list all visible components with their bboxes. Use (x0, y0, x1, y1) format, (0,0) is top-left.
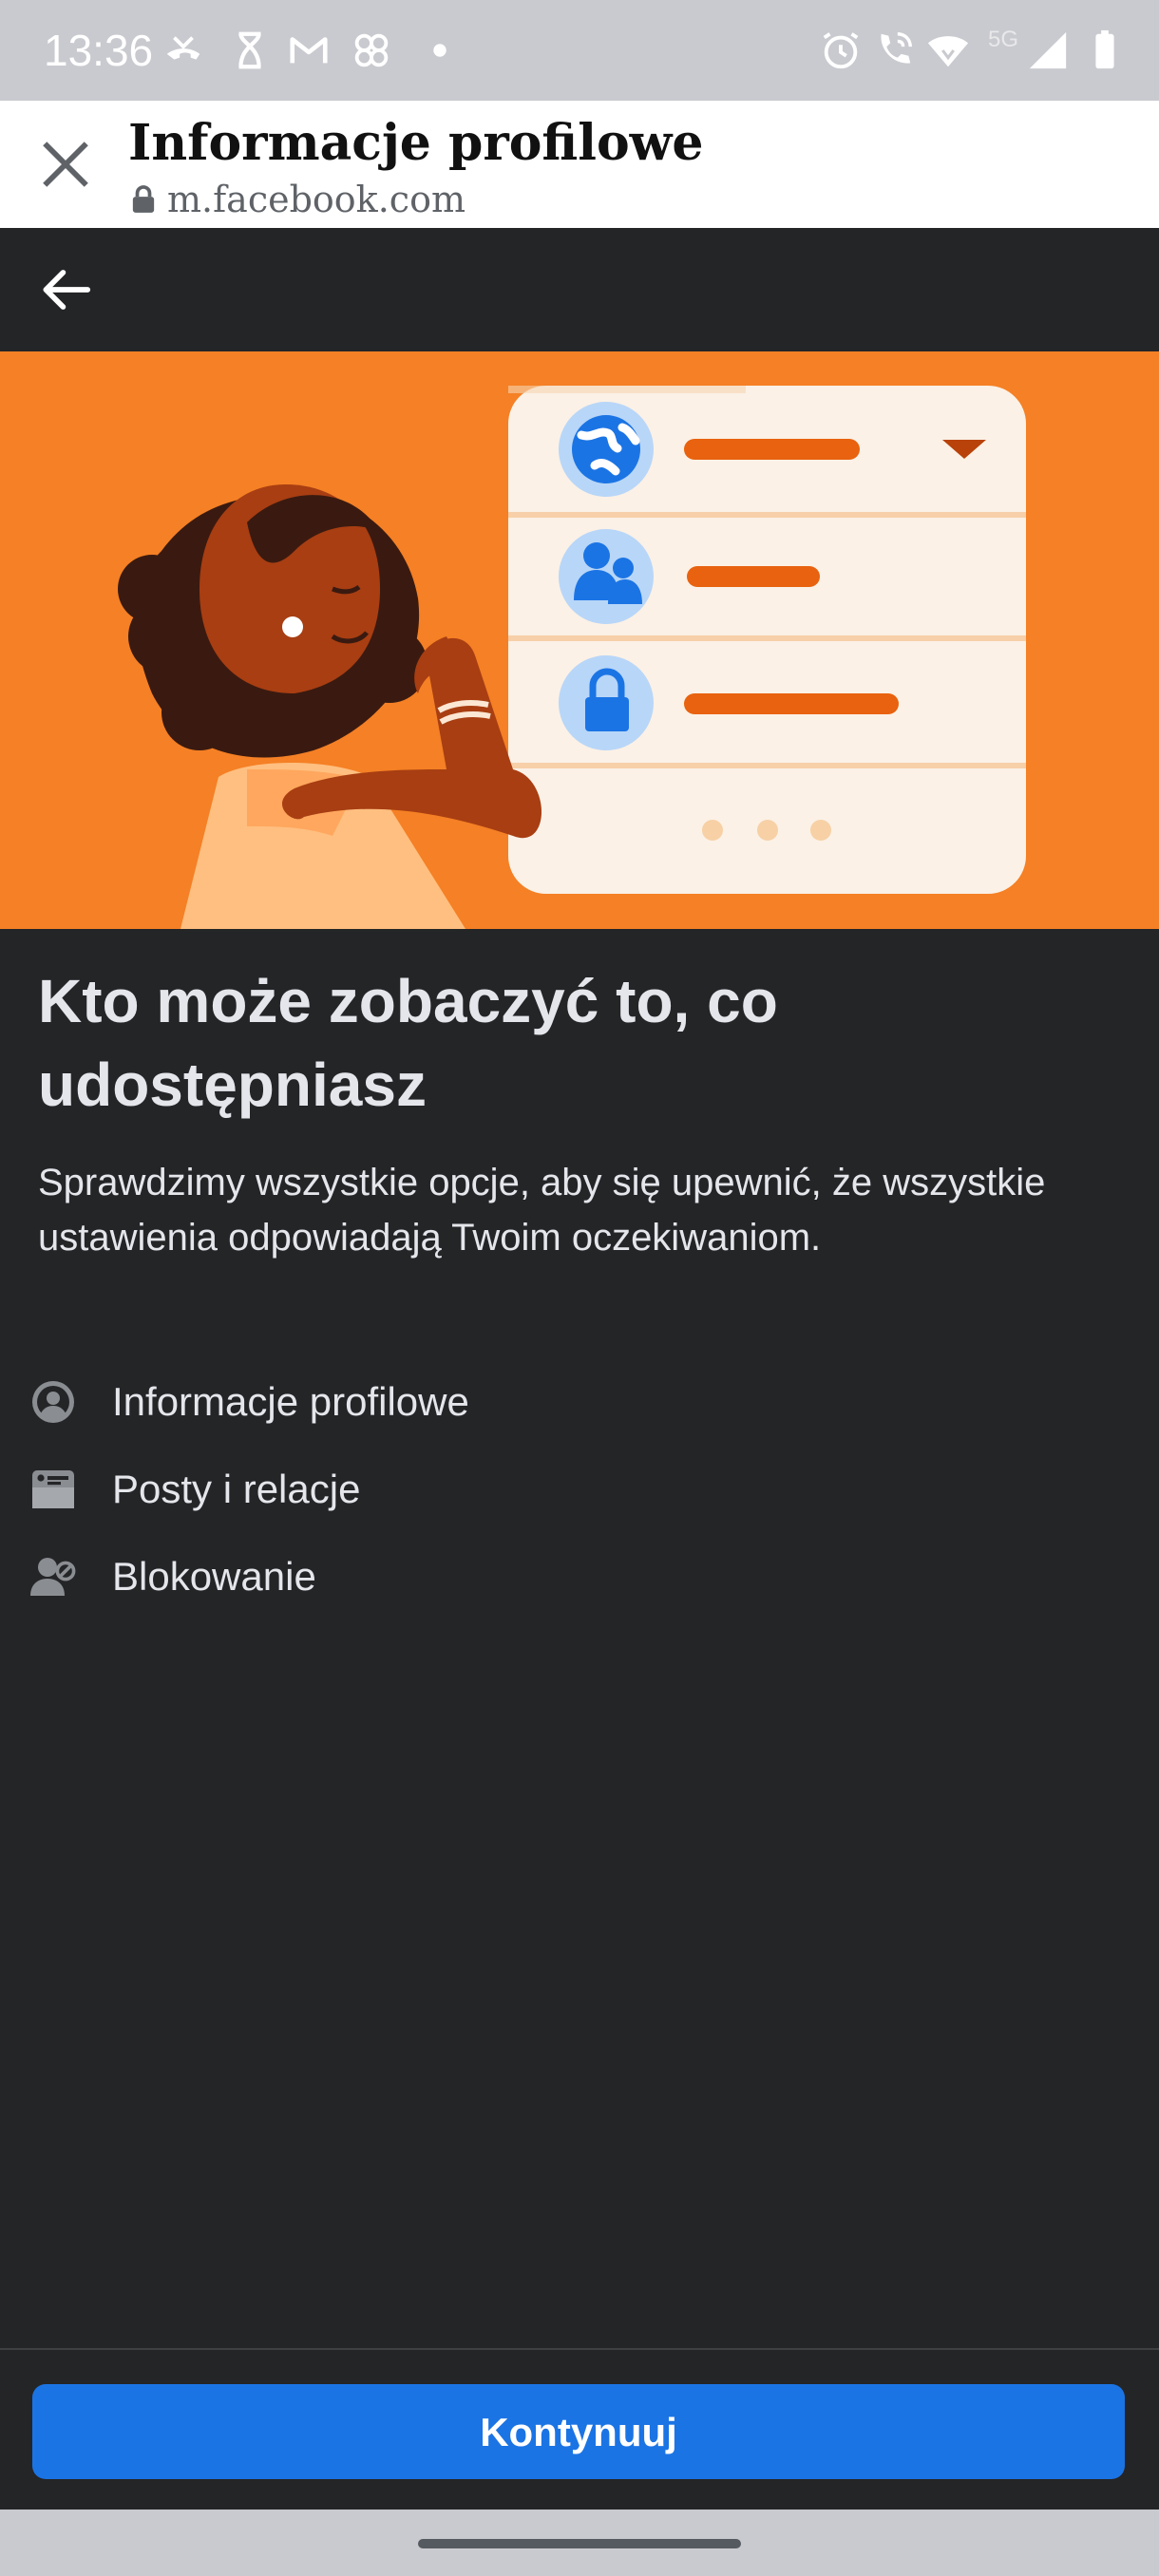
signal-icon (1029, 31, 1067, 69)
list-item-label: Informacje profilowe (112, 1379, 469, 1424)
list-item-label: Blokowanie (112, 1554, 316, 1599)
page-title: Kto może zobaczyć to, co udostępniasz (38, 967, 778, 1119)
status-bar: 13:36 5G (0, 0, 1159, 101)
list-item-label: Posty i relacje (112, 1467, 361, 1511)
footer-divider (0, 2348, 1159, 2350)
network-type-label: 5G (988, 27, 1019, 52)
arrow-left-icon[interactable] (36, 260, 95, 319)
close-icon[interactable] (38, 137, 93, 192)
gmail-icon (290, 37, 328, 64)
gesture-handle[interactable] (418, 2539, 741, 2548)
list-item-blocking[interactable]: Blokowanie (30, 1533, 1123, 1620)
wifi-calling-icon (881, 32, 912, 64)
list-item-profile-info[interactable]: Informacje profilowe (30, 1358, 1123, 1446)
hourglass-icon (238, 31, 261, 69)
topics-list: Informacje profilowe Posty i relacje Blo… (30, 1358, 1123, 1620)
dot-icon (433, 44, 446, 57)
block-user-icon (30, 1558, 76, 1596)
continue-button[interactable]: Kontynuuj (32, 2384, 1125, 2479)
missed-call-icon (166, 36, 200, 60)
posts-card-icon (32, 1470, 74, 1508)
browser-header: Informacje profilowe m.facebook.com (0, 101, 1159, 228)
alarm-icon (823, 32, 859, 69)
wifi-icon (927, 36, 969, 67)
browser-title: Informacje profilowe (128, 114, 704, 172)
pinwheel-icon (354, 33, 389, 67)
profile-circle-icon (32, 1381, 74, 1423)
browser-url: m.facebook.com (167, 179, 466, 220)
page-description: Sprawdzimy wszystkie opcje, aby się upew… (38, 1162, 1046, 1259)
list-item-posts-stories[interactable]: Posty i relacje (30, 1446, 1123, 1533)
status-time: 13:36 (44, 26, 154, 75)
top-nav-bar (0, 228, 1159, 351)
main-content: Kto może zobaczyć to, co udostępniasz Sp… (38, 959, 1121, 1265)
hero-illustration (0, 351, 1159, 929)
lock-icon (132, 185, 155, 213)
battery-icon (1095, 29, 1114, 69)
